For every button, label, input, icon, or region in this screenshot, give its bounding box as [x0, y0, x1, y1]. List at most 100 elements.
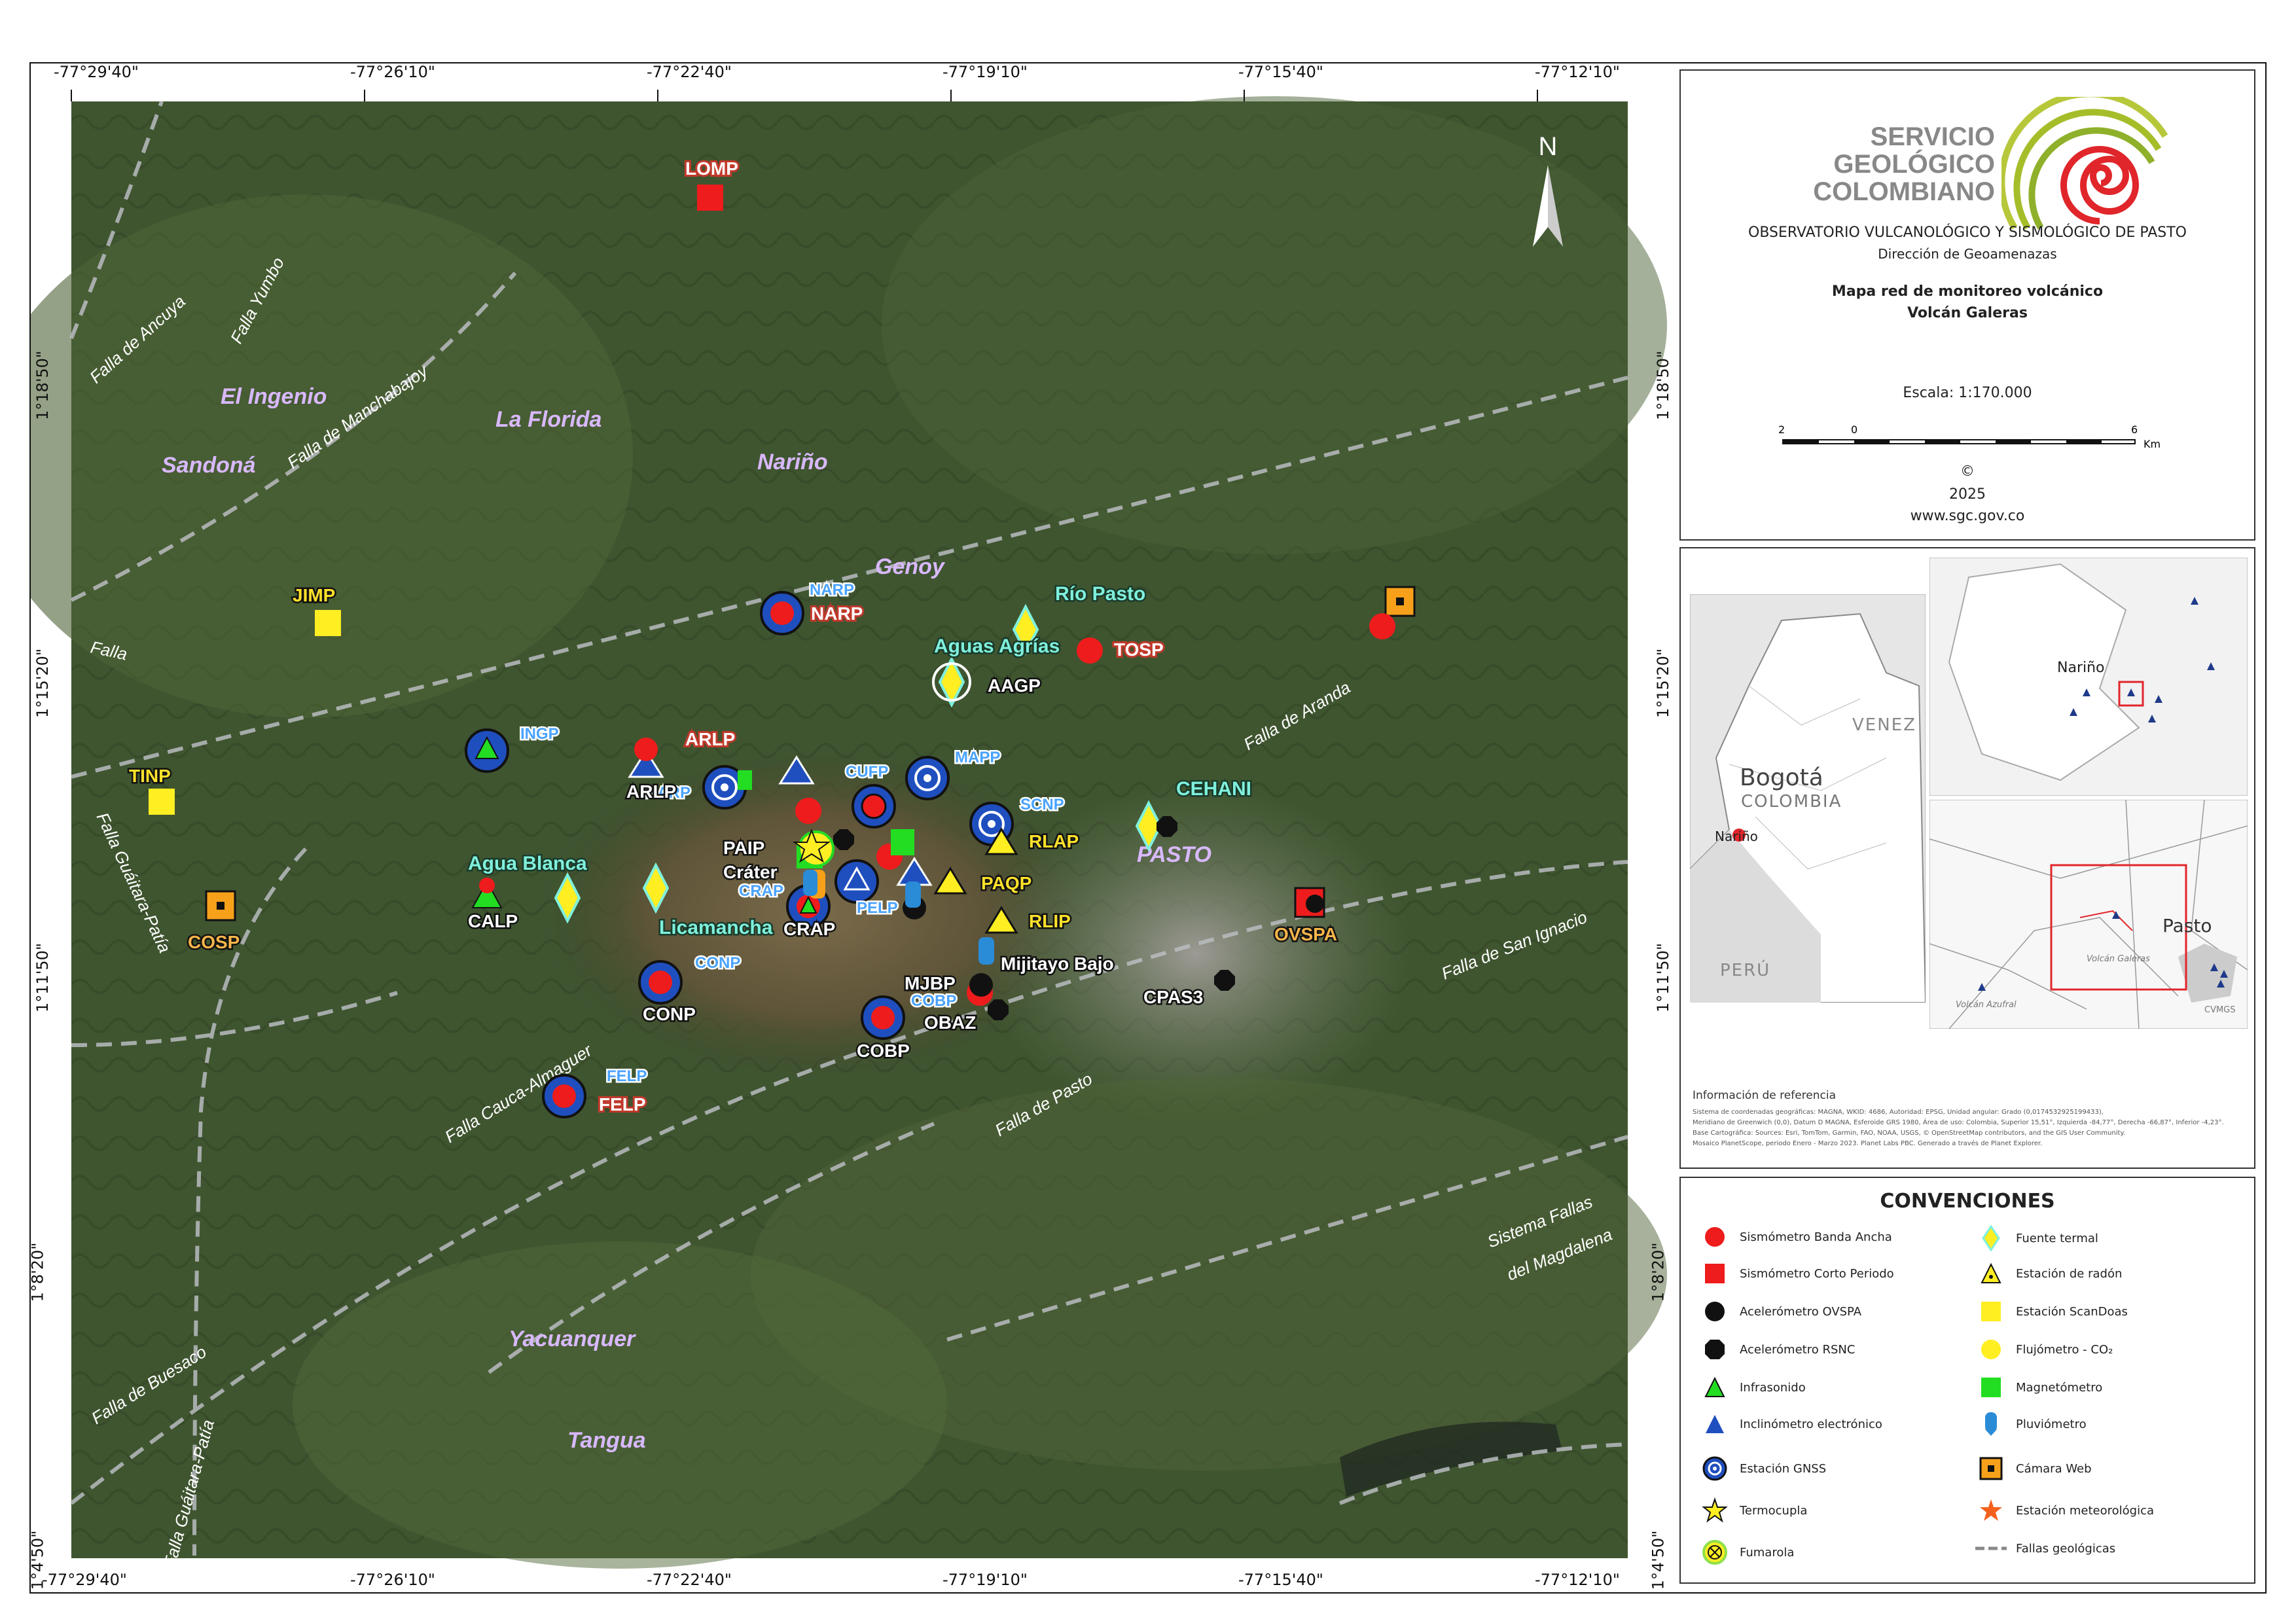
lat-right-1: 1°15'20" [1653, 649, 1672, 718]
label-aguas-agrias: Aguas Agrías [934, 635, 1060, 657]
label-pelp: PELP [857, 899, 898, 917]
pelp-marker [834, 859, 879, 904]
label-paip: PAIP [723, 838, 764, 858]
inset-bogota: Bogotá [1740, 764, 1823, 791]
label-cehani: CEHANI [1176, 778, 1251, 800]
label-mapp: MAPP [955, 749, 1000, 766]
lon-top-5: -77°12'10" [1535, 63, 1620, 81]
inset-volcan-azufral: Volcán Azufral [1956, 1000, 2017, 1010]
legend-row: Flujómetro - CO₂ [1975, 1336, 2113, 1363]
town-label: Yacuanquer [509, 1327, 636, 1351]
felp-marker [542, 1074, 586, 1118]
lat-right-3: 1°8'20" [1649, 1242, 1668, 1302]
legend-row: Pluviómetro [1975, 1411, 2087, 1437]
legend-row: Estación ScanDoas [1975, 1298, 2128, 1325]
location-panel: Bogotá COLOMBIA VENEZ PERÚ Nariño Nariño… [1679, 547, 2255, 1169]
inset-venez: VENEZ [1852, 715, 1916, 735]
scale-label: Escala: 1:170.000 [1903, 385, 2032, 401]
reference-text-2: Meridiano de Greenwich (0,0), Datum D MA… [1693, 1119, 2224, 1126]
label-crater: Cráter [723, 862, 778, 882]
label-conp-gnss: CONP [695, 954, 740, 972]
label-jimp: JIMP [293, 585, 335, 605]
legend-row: Fumarola [1699, 1539, 1794, 1565]
inset-narino-mid: Nariño [2057, 660, 2105, 676]
label-cosp: COSP [188, 932, 240, 952]
label-cobp-gnss: COBP [911, 992, 956, 1010]
conp-marker [638, 960, 683, 1005]
direction-name: Dirección de Geoamenazas [1878, 246, 2057, 262]
label-paqp: PAQP [981, 873, 1031, 893]
galeras-inset-map [1929, 800, 2248, 1029]
tosp-marker [1077, 637, 1103, 664]
legend-row: Inclinómetro electrónico [1699, 1411, 1882, 1437]
legend-row: Acelerómetro OVSPA [1699, 1298, 1861, 1325]
label-agua-blanca: Agua Blanca [468, 853, 587, 874]
lon-top-1: -77°26'10" [350, 63, 435, 81]
inset-colombia: COLOMBIA [1741, 792, 1842, 812]
inset-peru: PERÚ [1720, 961, 1771, 980]
legend-row: Estación de radón [1975, 1260, 2122, 1287]
year: 2025 [1949, 486, 1986, 503]
label-aagp: AAGP [988, 675, 1041, 696]
label-scnp: SCNP [1020, 796, 1064, 813]
label-calp: CALP [468, 911, 518, 931]
cufp-marker [852, 784, 896, 829]
label-obaz: OBAZ [924, 1012, 976, 1033]
logo-line2: GEOLÓGICO [1833, 150, 1995, 179]
legend-panel: CONVENCIONES Sismómetro Banda Ancha Sism… [1679, 1177, 2255, 1584]
label-cufp: CUFP [846, 763, 888, 781]
lat-left-3: 1°8'20" [28, 1242, 47, 1302]
logo-line1: SERVICIO [1870, 122, 1995, 151]
label-mijitayo: Mijitayo Bajo [1001, 954, 1114, 974]
label-felp: FELP [599, 1094, 646, 1115]
inset-narino-small: Nariño [1715, 829, 1758, 844]
lat-right-2: 1°11'50" [1653, 943, 1672, 1012]
label-crap-gnss: CRAP [739, 882, 783, 900]
legend-row: Fuente termal [1975, 1225, 2098, 1251]
lon-bottom-2: -77°22'40" [647, 1571, 732, 1589]
legend-row: Infrasonido [1699, 1374, 1806, 1400]
sgc-spiral-icon [2001, 97, 2168, 230]
inset-volcan-galeras: Volcán Galeras [2087, 954, 2150, 964]
lon-top-3: -77°19'10" [942, 63, 1028, 81]
town-label: Sandoná [162, 453, 256, 478]
label-cobp: COBP [857, 1041, 910, 1061]
label-tinp: TINP [129, 766, 171, 786]
lon-bottom-4: -77°15'40" [1238, 1571, 1323, 1589]
lon-top-4: -77°15'40" [1238, 63, 1323, 81]
reference-text-1: Sistema de coordenadas geográficas: MAGN… [1693, 1109, 2104, 1116]
lomp-marker [697, 185, 723, 211]
legend-row: Termocupla [1699, 1497, 1807, 1524]
scale-bar: 2 0 6 Km [1778, 423, 2161, 450]
legend-row: Acelerómetro RSNC [1699, 1336, 1855, 1363]
reference-text-4: Mosaico PlanetScope, periodo Enero - Mar… [1693, 1140, 2043, 1147]
mapp-marker [905, 756, 950, 800]
lon-top-0: -77°29'40" [54, 63, 139, 81]
logo-line3: COLOMBIANO [1813, 177, 1995, 206]
lat-left-0: 1°18'50" [33, 351, 52, 420]
label-mjbp: MJBP [905, 973, 956, 993]
title-panel: SERVICIO GEOLÓGICO COLOMBIANO OBSERVATOR… [1679, 69, 2255, 541]
label-rio-pasto: Río Pasto [1055, 583, 1145, 605]
lat-left-2: 1°11'50" [33, 943, 52, 1012]
website: www.sgc.gov.co [1910, 508, 2025, 524]
label-narp: NARP [811, 603, 863, 624]
svg-text:N: N [1539, 132, 1558, 161]
lon-bottom-0: -77°29'40" [42, 1571, 127, 1589]
label-arlp: ARLP [626, 781, 676, 802]
legend-row: Fallas geológicas [1975, 1541, 2116, 1556]
label-narp-gnss: NARP [810, 581, 854, 599]
town-label: Tangua [567, 1428, 646, 1453]
legend-row: Estación meteorológica [1975, 1497, 2154, 1524]
lat-right-0: 1°18'50" [1653, 351, 1672, 420]
inset-pasto: Pasto [2162, 915, 2212, 936]
observatory-name: OBSERVATORIO VULCANOLÓGICO Y SISMOLÓGICO… [1748, 224, 2187, 241]
cobp-marker [861, 995, 905, 1040]
legend-title: CONVENCIONES [1880, 1190, 2055, 1213]
label-ingp: INGP [520, 725, 559, 743]
lat-left-4: 1°4'50" [28, 1530, 47, 1590]
label-tosp: TOSP [1114, 639, 1164, 660]
inset-cvmgs: CVMGS [2204, 1005, 2236, 1015]
town-label: Genoy [875, 554, 946, 579]
label-felp-gnss: FELP [607, 1067, 647, 1085]
